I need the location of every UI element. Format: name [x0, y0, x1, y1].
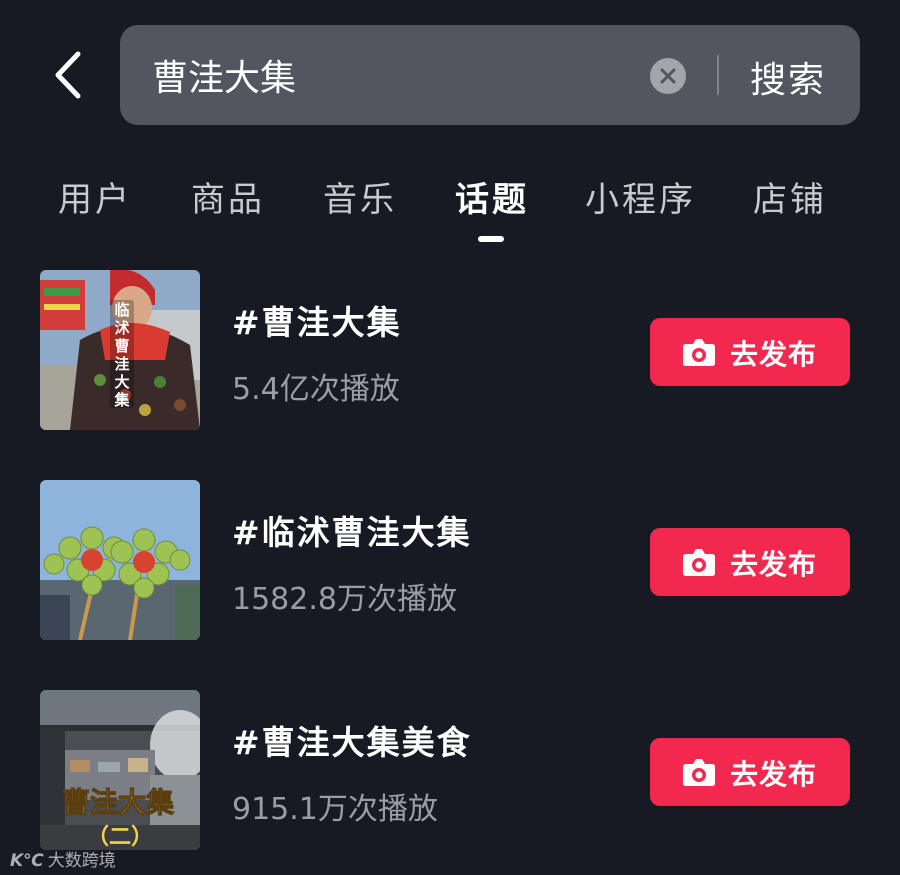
watermark: K℃ 大数跨境 [10, 846, 116, 871]
thumb-caption: 曹洼大集 [62, 786, 174, 819]
thumb-overlay-char: 曹 [114, 337, 129, 355]
publish-button-label: 去发布 [730, 548, 818, 581]
topic-thumbnail[interactable]: 临 沭 曹 洼 大 集 [40, 270, 200, 430]
topic-play-count: 1582.8万次播放 [232, 582, 457, 617]
tab-topics[interactable]: 话题 [455, 172, 529, 221]
thumb-overlay-char: 大 [114, 373, 129, 391]
search-button[interactable]: 搜索 [750, 51, 826, 103]
search-box: 搜索 [120, 25, 860, 125]
thumb-overlay-char: 集 [113, 391, 130, 409]
tab-stores[interactable]: 店铺 [753, 172, 827, 221]
search-input[interactable] [152, 47, 632, 103]
tab-mini-programs[interactable]: 小程序 [585, 172, 696, 221]
camera-icon [683, 339, 715, 366]
active-tab-indicator [478, 236, 504, 242]
watermark-text: 大数跨境 [47, 851, 116, 871]
topic-thumbnail[interactable]: 曹洼大集 （二） [40, 690, 200, 850]
topic-title[interactable]: #曹洼大集 [232, 296, 402, 344]
topic-play-count: 5.4亿次播放 [232, 372, 400, 407]
publish-button[interactable]: 去发布 [650, 528, 850, 596]
tab-products[interactable]: 商品 [191, 172, 265, 221]
camera-icon [683, 549, 715, 576]
topic-thumbnail-image [40, 480, 200, 640]
topic-title[interactable]: #临沭曹洼大集 [232, 506, 472, 554]
topic-row[interactable]: #临沭曹洼大集 1582.8万次播放 去发布 [0, 470, 900, 640]
clear-circle-icon [660, 68, 676, 84]
clear-search-button[interactable] [650, 58, 686, 94]
topic-row[interactable]: 临 沭 曹 洼 大 集 #曹洼大集 5.4亿次播放 去发布 [0, 260, 900, 430]
camera-icon [683, 759, 715, 786]
publish-button[interactable]: 去发布 [650, 318, 850, 386]
chevron-left-icon [55, 51, 81, 99]
tab-music[interactable]: 音乐 [323, 172, 397, 221]
topic-thumbnail-image: 曹洼大集 （二） [40, 690, 200, 850]
publish-button-label: 去发布 [730, 338, 818, 371]
search-divider [717, 55, 719, 95]
publish-button-label: 去发布 [730, 758, 818, 791]
tab-users[interactable]: 用户 [58, 172, 132, 221]
top-bar: 搜索 [0, 0, 900, 140]
thumb-overlay-char: 沭 [114, 319, 129, 337]
watermark-logo: K℃ [10, 851, 44, 871]
topic-play-count: 915.1万次播放 [232, 792, 438, 827]
topic-row[interactable]: 曹洼大集 （二） #曹洼大集美食 915.1万次播放 去发布 [0, 680, 900, 850]
thumb-overlay-char: 洼 [114, 355, 129, 373]
back-button[interactable] [44, 48, 92, 102]
thumb-overlay-char: 临 [114, 301, 129, 319]
category-tabs: 用户 商品 音乐 话题 小程序 店铺 [0, 160, 900, 250]
topic-thumbnail-image: 临 沭 曹 洼 大 集 [40, 270, 200, 430]
topic-title[interactable]: #曹洼大集美食 [232, 716, 472, 764]
topic-thumbnail[interactable] [40, 480, 200, 640]
publish-button[interactable]: 去发布 [650, 738, 850, 806]
